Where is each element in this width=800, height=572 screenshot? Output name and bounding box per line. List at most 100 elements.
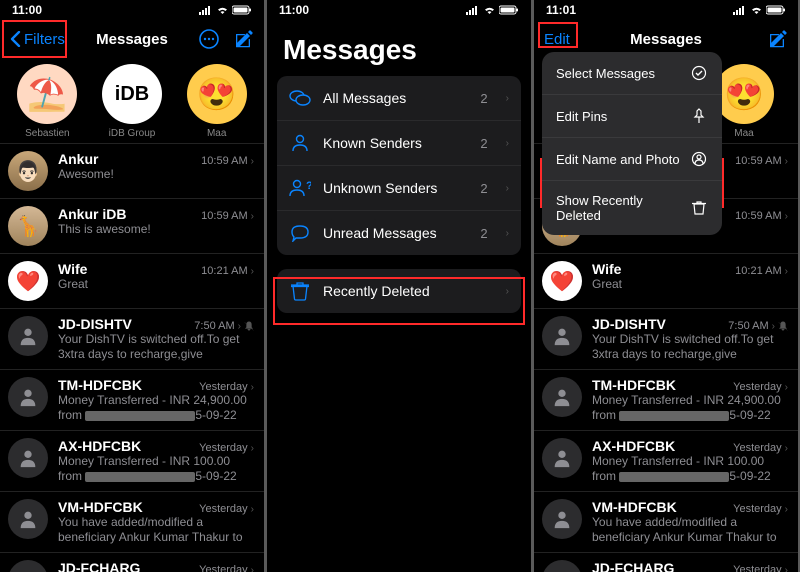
convo-time: 10:21 AM › <box>201 265 254 277</box>
chevron-right-icon: › <box>785 565 788 572</box>
menu-item[interactable]: Select Messages <box>542 52 722 95</box>
convo-time: Yesterday › <box>733 442 788 454</box>
svg-text:?: ? <box>306 180 311 192</box>
menu-item[interactable]: Edit Name and Photo <box>542 138 722 181</box>
pinned-contact[interactable]: 😍Maa <box>177 64 256 139</box>
convo-name: JD-FCHARG <box>592 560 674 572</box>
conversation-row[interactable]: TM-HDFCBK Yesterday › Money Transferred -… <box>0 369 264 430</box>
chevron-right-icon: › <box>251 266 254 277</box>
menu-label: Edit Name and Photo <box>556 152 680 167</box>
avatar <box>542 499 582 539</box>
convo-preview: Money Transferred - INR 100.00 from 5-09… <box>592 454 788 484</box>
chevron-right-icon: › <box>238 321 241 332</box>
status-bar: 11:01 <box>534 0 798 20</box>
avatar <box>542 438 582 478</box>
convo-name: TM-HDFCBK <box>58 377 142 393</box>
avatar <box>542 377 582 417</box>
wifi-icon <box>750 5 763 15</box>
chevron-right-icon: › <box>251 565 254 572</box>
conversation-row[interactable]: VM-HDFCBKYesterday › You have added/modi… <box>534 491 798 552</box>
convo-preview: Awesome! <box>58 167 254 182</box>
battery-icon <box>766 5 786 15</box>
screen-edit-menu: 11:01 Edit Messages 😍 Maa 👨🏻Ankur10:59 A… <box>534 0 798 572</box>
conversation-row[interactable]: JD-FCHARGYesterday › Hi Ankur, Rs.1000.0… <box>534 552 798 572</box>
convo-time: 10:59 AM › <box>201 155 254 167</box>
filters-title: Messages <box>267 20 531 76</box>
compose-icon[interactable] <box>234 29 254 49</box>
conversation-row[interactable]: ❤️Wife10:21 AM › Great <box>0 253 264 308</box>
signal-icon <box>199 5 213 15</box>
bubbles-icon <box>289 87 311 109</box>
battery-icon <box>499 5 519 15</box>
menu-label: Show Recently Deleted <box>556 193 690 223</box>
convo-time: 7:50 AM › <box>194 320 254 332</box>
filter-row[interactable]: Unread Messages2› <box>277 211 521 255</box>
chevron-right-icon: › <box>785 156 788 167</box>
menu-item[interactable]: Edit Pins <box>542 95 722 138</box>
screen-messages-list: 11:00 Filters Messages ⛱️SebastieniDBiDB… <box>0 0 264 572</box>
convo-time: 10:59 AM › <box>735 210 788 222</box>
filter-row[interactable]: Known Senders2› <box>277 121 521 166</box>
chevron-right-icon: › <box>506 183 509 194</box>
more-icon[interactable] <box>198 28 220 50</box>
conversation-row[interactable]: JD-DISHTV7:50 AM › Your DishTV is switch… <box>0 308 264 369</box>
filter-recently-deleted[interactable]: Recently Deleted › <box>277 269 521 313</box>
conversation-row[interactable]: 👨🏻Ankur10:59 AM › Awesome! <box>0 143 264 198</box>
status-icons <box>733 5 786 15</box>
filter-row[interactable]: ?Unknown Senders2› <box>277 166 521 211</box>
avatar: ⛱️ <box>17 64 77 124</box>
avatar: 👨🏻 <box>8 151 48 191</box>
convo-time: 10:59 AM › <box>201 210 254 222</box>
conversation-row[interactable]: 🦒Ankur iDB10:59 AM › This is awesome! <box>0 198 264 253</box>
conversation-row[interactable]: TM-HDFCBKYesterday › Money Transferred -… <box>534 369 798 430</box>
chevron-right-icon: › <box>251 156 254 167</box>
convo-preview: This is awesome! <box>58 222 254 237</box>
conversation-row[interactable]: JD-DISHTV7:50 AM › Your DishTV is switch… <box>534 308 798 369</box>
status-time: 11:00 <box>279 3 309 17</box>
convo-time: Yesterday › <box>199 381 254 393</box>
convo-time: 10:21 AM › <box>735 265 788 277</box>
signal-icon <box>466 5 480 15</box>
convo-name: Ankur iDB <box>58 206 126 222</box>
pinned-contact[interactable]: iDBiDB Group <box>93 64 172 139</box>
pinned-contact[interactable]: ⛱️Sebastien <box>8 64 87 139</box>
convo-time: 7:50 AM › <box>728 320 788 332</box>
filter-label: Unknown Senders <box>323 180 468 196</box>
edit-menu: Select MessagesEdit Pins Edit Name and Ph… <box>542 52 722 235</box>
menu-item[interactable]: Show Recently Deleted <box>542 181 722 235</box>
convo-name: JD-DISHTV <box>58 316 132 332</box>
convo-name: AX-HDFCBK <box>592 438 675 454</box>
conversation-row[interactable]: ❤️Wife10:21 AM › Great <box>534 253 798 308</box>
chevron-right-icon: › <box>785 266 788 277</box>
conversation-row[interactable]: AX-HDFCBKYesterday › Money Transferred -… <box>0 430 264 491</box>
signal-icon <box>733 5 747 15</box>
status-icons <box>199 5 252 15</box>
avatar <box>542 560 582 572</box>
chevron-right-icon: › <box>506 93 509 104</box>
pin-icon <box>690 107 708 125</box>
edit-button[interactable]: Edit <box>544 31 570 48</box>
back-button[interactable]: Filters <box>10 31 65 48</box>
convo-preview: Great <box>58 277 254 292</box>
conversation-row[interactable]: JD-FCHARGYesterday › Hi Ankur, Rs.1000.0… <box>0 552 264 572</box>
filter-row[interactable]: All Messages2› <box>277 76 521 121</box>
chevron-right-icon: › <box>785 443 788 454</box>
avatar <box>8 499 48 539</box>
wifi-icon <box>216 5 229 15</box>
chevron-right-icon: › <box>251 443 254 454</box>
check-circle-icon <box>690 64 708 82</box>
convo-name: Wife <box>592 261 621 277</box>
status-time: 11:00 <box>12 3 42 17</box>
filter-label: All Messages <box>323 90 468 106</box>
pin-label: Maa <box>734 128 753 139</box>
convo-name: TM-HDFCBK <box>592 377 676 393</box>
compose-icon[interactable] <box>768 29 788 49</box>
avatar: 😍 <box>714 64 774 124</box>
conversation-row[interactable]: VM-HDFCBKYesterday › You have added/modi… <box>0 491 264 552</box>
convo-preview: Money Transferred - INR 24,900.00 from 5… <box>58 393 254 423</box>
conversation-row[interactable]: AX-HDFCBK Yesterday › Money Transferred -… <box>534 430 798 491</box>
nav-bar: Filters Messages <box>0 20 264 58</box>
convo-time: Yesterday › <box>733 503 788 515</box>
avatar <box>8 377 48 417</box>
chevron-right-icon: › <box>785 504 788 515</box>
